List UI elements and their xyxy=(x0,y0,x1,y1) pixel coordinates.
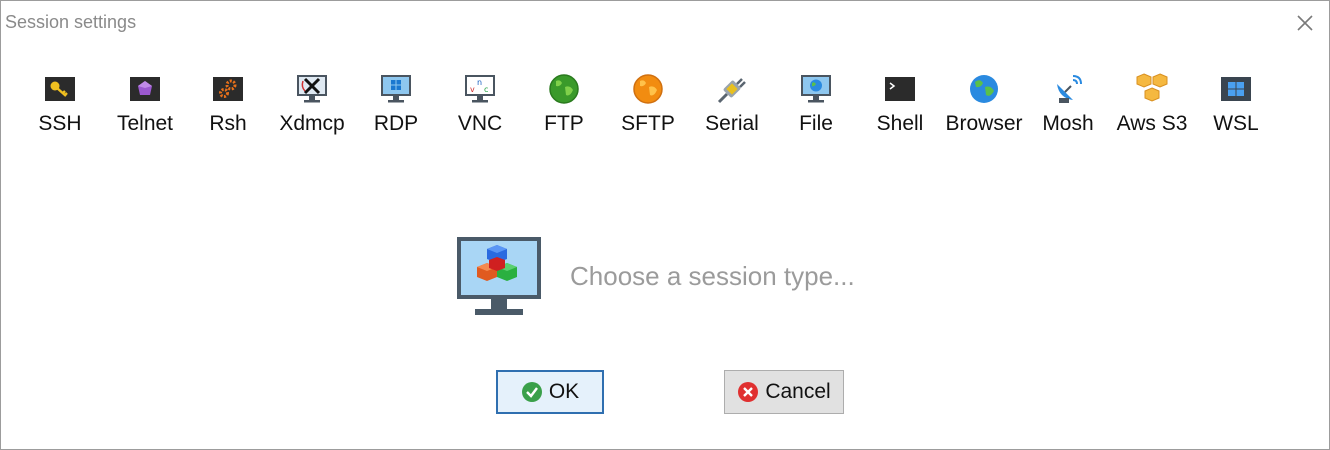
session-type-xdmcp[interactable]: Xdmcp xyxy=(270,71,354,141)
session-type-browser[interactable]: Browser xyxy=(942,71,1026,141)
session-type-label: Rsh xyxy=(209,112,247,135)
vnc-monitor-icon: v n c xyxy=(462,71,498,107)
session-type-label: SSH xyxy=(38,112,82,135)
sftp-globe-icon xyxy=(630,71,666,107)
browser-globe-icon xyxy=(966,71,1002,107)
session-type-label: FTP xyxy=(544,112,584,135)
session-placeholder-text: Choose a session type... xyxy=(570,261,855,291)
session-type-label: File xyxy=(799,112,833,135)
session-monitor-icon xyxy=(457,237,541,315)
session-type-label: Browser xyxy=(945,112,1023,135)
serial-plug-icon xyxy=(714,71,750,107)
cancel-button-label: Cancel xyxy=(765,380,831,403)
session-type-label: Xdmcp xyxy=(279,112,345,135)
session-type-aws-s3[interactable]: Aws S3 xyxy=(1110,71,1194,141)
file-monitor-icon xyxy=(798,71,834,107)
rdp-monitor-icon xyxy=(378,71,414,107)
session-type-shell[interactable]: Shell xyxy=(858,71,942,141)
check-icon xyxy=(521,382,542,402)
xdmcp-monitor-icon xyxy=(294,71,330,107)
svg-text:v: v xyxy=(470,85,475,94)
rsh-gears-icon xyxy=(210,71,246,107)
ssh-key-icon xyxy=(42,71,78,107)
cancel-button[interactable]: Cancel xyxy=(724,370,844,414)
window-title: Session settings xyxy=(5,12,137,32)
svg-text:n: n xyxy=(477,78,482,87)
telnet-gem-icon xyxy=(127,71,163,107)
session-settings-dialog: Session settings SSH Telnet Rsh Xdmcp RD… xyxy=(0,0,1330,450)
session-type-bar: SSH Telnet Rsh Xdmcp RDP v n c VNC FTP S… xyxy=(1,71,1329,141)
session-placeholder: Choose a session type... xyxy=(455,235,955,319)
session-type-sftp[interactable]: SFTP xyxy=(606,71,690,141)
session-type-vnc[interactable]: v n c VNC xyxy=(438,71,522,141)
session-type-serial[interactable]: Serial xyxy=(690,71,774,141)
session-type-label: VNC xyxy=(457,112,503,135)
ftp-globe-icon xyxy=(546,71,582,107)
session-type-label: RDP xyxy=(373,112,419,135)
ok-button[interactable]: OK xyxy=(496,370,604,414)
session-type-label: SFTP xyxy=(621,112,675,135)
session-type-file[interactable]: File xyxy=(774,71,858,141)
session-type-label: WSL xyxy=(1213,112,1259,135)
session-type-label: Aws S3 xyxy=(1116,112,1188,135)
session-type-ftp[interactable]: FTP xyxy=(522,71,606,141)
shell-terminal-icon xyxy=(882,71,918,107)
session-type-label: Mosh xyxy=(1042,112,1094,135)
session-type-label: Shell xyxy=(876,112,924,135)
cancel-icon xyxy=(738,382,759,402)
session-type-ssh[interactable]: SSH xyxy=(18,71,102,141)
aws-s3-cubes-icon xyxy=(1134,71,1170,107)
svg-text:c: c xyxy=(484,85,488,94)
session-type-label: Serial xyxy=(705,112,759,135)
close-button[interactable] xyxy=(1293,11,1317,35)
wsl-windows-icon xyxy=(1218,71,1254,107)
mosh-satellite-icon xyxy=(1050,71,1086,107)
close-icon xyxy=(1297,15,1313,31)
session-type-wsl[interactable]: WSL xyxy=(1194,71,1278,141)
session-type-label: Telnet xyxy=(116,112,174,135)
session-type-telnet[interactable]: Telnet xyxy=(103,71,187,141)
session-type-rdp[interactable]: RDP xyxy=(354,71,438,141)
session-type-rsh[interactable]: Rsh xyxy=(186,71,270,141)
ok-button-label: OK xyxy=(548,380,580,403)
session-type-mosh[interactable]: Mosh xyxy=(1026,71,1110,141)
